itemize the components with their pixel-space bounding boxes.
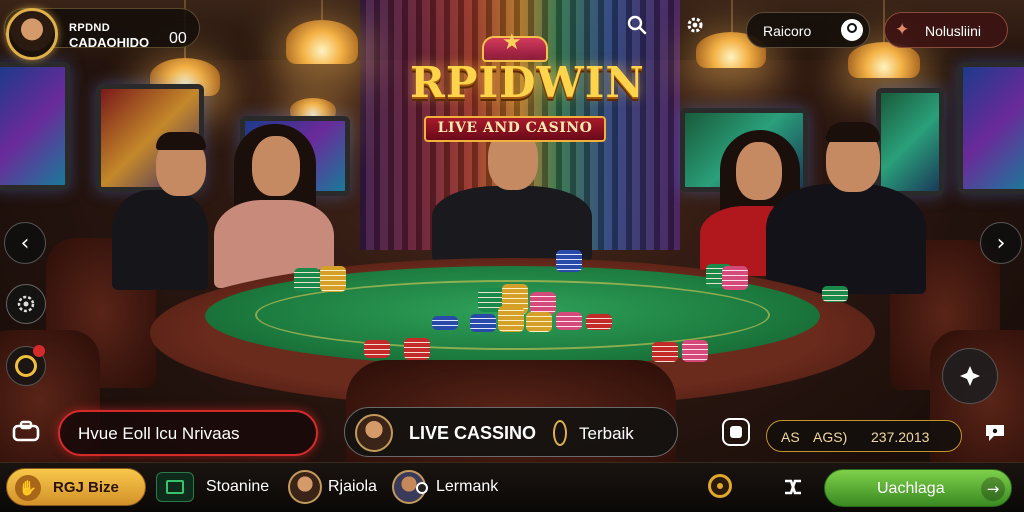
promo-banner[interactable]: Hvue Eoll lcu Nrivaas	[58, 410, 318, 456]
chip-stack	[294, 268, 320, 292]
lamp-cord	[321, 0, 323, 22]
coin-icon	[15, 355, 37, 377]
chip-stack	[526, 312, 552, 332]
chip-stack	[404, 338, 430, 360]
chevron-right-icon: ›	[996, 230, 1006, 256]
options-button[interactable]	[6, 284, 46, 324]
balance-prefix: AS	[781, 429, 800, 445]
chip-stack	[652, 342, 678, 362]
chandelier-center-left	[286, 20, 358, 64]
host-avatar	[355, 414, 393, 452]
logo-subtitle: LIVE AND CASINO	[437, 120, 593, 136]
chip-stack	[556, 250, 582, 272]
bottom-item-2[interactable]: Rjaiola	[328, 478, 377, 496]
search-button[interactable]	[622, 10, 652, 40]
cta-label: Uachlaga	[877, 480, 945, 497]
wall-screen	[876, 88, 944, 196]
chip-stack	[822, 286, 848, 302]
coin-button[interactable]	[708, 474, 732, 498]
chip-stack	[682, 340, 708, 362]
chat-icon	[986, 425, 1004, 441]
lobby-button[interactable]	[8, 416, 44, 446]
chip-stack	[364, 340, 390, 358]
chip-stack	[722, 266, 748, 290]
settings-button[interactable]	[680, 10, 710, 40]
fullscreen-button[interactable]	[942, 348, 998, 404]
shuffle-icon	[785, 479, 801, 495]
deposit-button[interactable]: Uachlaga →	[824, 469, 1012, 507]
wall-screen	[0, 62, 70, 190]
shuffle-button[interactable]	[778, 472, 808, 502]
notification-dot	[33, 345, 45, 357]
balance-display: AS AGS) 237.2013	[766, 420, 962, 452]
shield-button[interactable]	[722, 418, 750, 446]
bottom-item-3[interactable]: Lermank	[436, 478, 498, 496]
bottom-item-1[interactable]: Stoanine	[206, 478, 269, 496]
hand-icon: ✋	[15, 475, 41, 501]
arrow-right-icon: →	[981, 477, 1005, 501]
lamp-cord	[731, 0, 733, 34]
shield-icon	[730, 426, 742, 438]
next-button[interactable]: ›	[980, 222, 1022, 264]
briefcase-icon	[12, 420, 40, 442]
gear-icon	[687, 17, 703, 33]
star-icon: ★	[502, 30, 522, 55]
chip-stack	[586, 314, 612, 330]
player-avatar[interactable]	[288, 470, 322, 504]
bonus-button[interactable]: ✋ RGJ Bize	[6, 468, 146, 506]
live-suffix: Terbaik	[579, 424, 634, 443]
wall-screen	[958, 62, 1024, 194]
wallet-button[interactable]	[156, 472, 194, 502]
brand-count: 00	[169, 30, 187, 47]
chip-stack	[556, 312, 582, 330]
expand-icon	[960, 366, 980, 386]
action-pill[interactable]: ✦ Nolusliini	[884, 12, 1008, 48]
user-pill-label: Raicoro	[763, 23, 812, 39]
logo-title: RPIDWIN	[410, 58, 645, 107]
chip-stack	[320, 266, 346, 292]
gear-icon	[17, 295, 35, 313]
record-icon	[416, 482, 428, 494]
chip-stack	[432, 316, 458, 330]
brand-line-1: RPDND	[69, 22, 111, 34]
balance-value: 237.2013	[871, 429, 930, 445]
user-icon	[841, 19, 863, 41]
brand-line-2: CADAOHIDO	[69, 35, 150, 50]
chip-icon	[553, 420, 567, 446]
bonus-label: RGJ Bize	[53, 479, 119, 496]
coin-icon	[717, 483, 723, 489]
brand-logo: ★ RPIDWIN LIVE AND CASINO	[410, 30, 645, 156]
star-icon: ✦	[895, 20, 910, 40]
search-icon	[627, 15, 647, 35]
prev-button[interactable]: ‹	[4, 222, 46, 264]
promo-label: Hvue Eoll lcu Nrivaas	[78, 424, 240, 443]
live-casino-banner[interactable]: LIVE CASSINO Terbaik	[344, 407, 678, 457]
chevron-left-icon: ‹	[20, 230, 30, 256]
chip-stack	[498, 306, 524, 332]
balance-code: AGS)	[813, 429, 848, 445]
profile-avatar[interactable]	[6, 8, 58, 60]
wallet-icon	[166, 480, 184, 494]
coin-button[interactable]	[6, 345, 46, 386]
user-pill[interactable]: Raicoro	[746, 12, 870, 48]
chat-button[interactable]	[980, 418, 1010, 446]
action-pill-label: Nolusliini	[925, 23, 982, 39]
chip-stack	[470, 314, 496, 332]
live-title: LIVE CASSINO	[409, 423, 537, 443]
chip-stack	[530, 292, 556, 314]
